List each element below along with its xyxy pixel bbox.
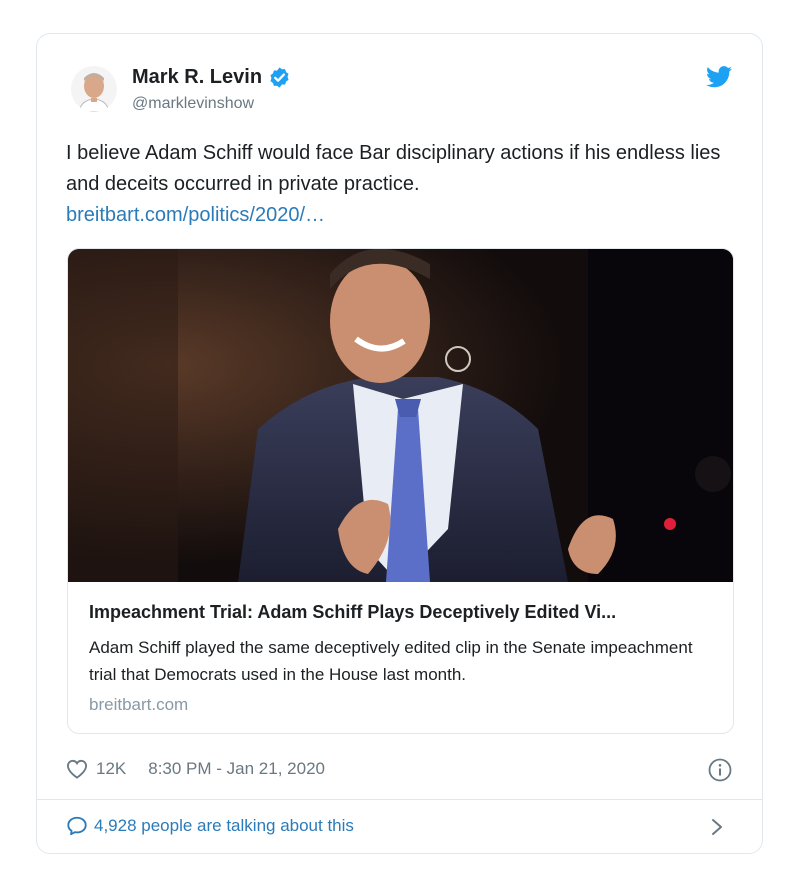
- verified-badge-icon: [270, 67, 289, 88]
- timestamp[interactable]: 8:30 PM - Jan 21, 2020: [148, 759, 325, 779]
- tweet-meta: 12K 8:30 PM - Jan 21, 2020: [66, 759, 325, 779]
- author-handle[interactable]: @marklevinshow: [132, 95, 254, 113]
- heart-icon[interactable]: [66, 759, 88, 779]
- card-image: [68, 249, 733, 582]
- author-name-row[interactable]: Mark R. Levin: [132, 66, 291, 89]
- avatar[interactable]: [71, 66, 117, 112]
- conversation-count[interactable]: 4,928 people are talking about this: [94, 816, 354, 836]
- card-domain: breitbart.com: [89, 695, 189, 714]
- card-description: Adam Schiff played the same deceptively …: [89, 638, 693, 684]
- tweet-text: I believe Adam Schiff would face Bar dis…: [66, 142, 721, 195]
- conversation-link[interactable]: 4,928 people are talking about this: [66, 815, 354, 837]
- speech-bubble-icon: [67, 816, 87, 836]
- chevron-right-icon[interactable]: [710, 817, 724, 837]
- twitter-bird-icon[interactable]: [706, 66, 732, 88]
- like-count[interactable]: 12K: [96, 759, 126, 779]
- info-icon[interactable]: [708, 758, 732, 782]
- tweet-link[interactable]: breitbart.com/politics/2020/…: [66, 200, 726, 231]
- author-name[interactable]: Mark R. Levin: [132, 66, 262, 89]
- divider: [37, 799, 762, 800]
- link-preview-card[interactable]: Impeachment Trial: Adam Schiff Plays Dec…: [67, 248, 734, 734]
- tweet-text-block: I believe Adam Schiff would face Bar dis…: [66, 138, 726, 231]
- embedded-tweet: Mark R. Levin @marklevinshow I believe A…: [36, 33, 763, 854]
- card-title[interactable]: Impeachment Trial: Adam Schiff Plays Dec…: [89, 602, 719, 623]
